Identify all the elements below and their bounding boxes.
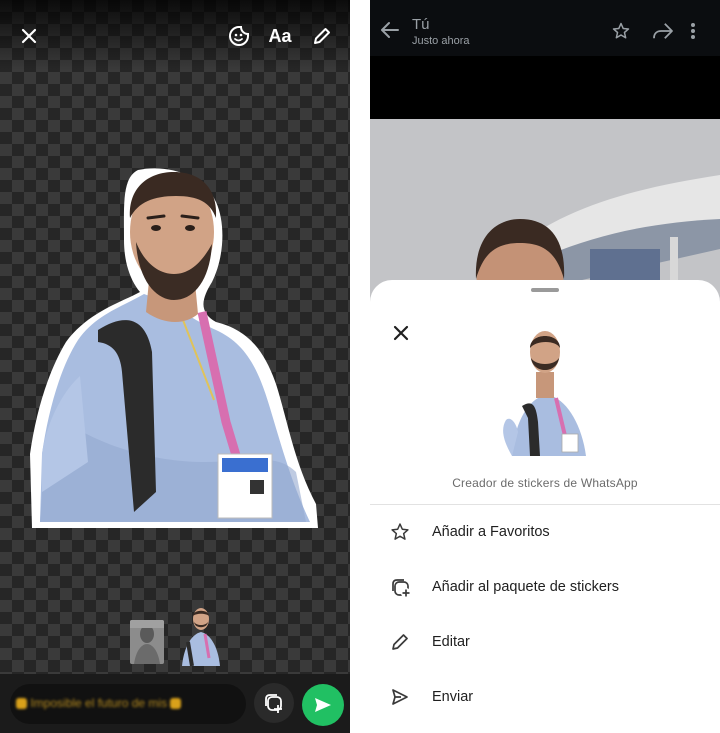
caption-input[interactable]: Imposible el futuro de mis	[10, 684, 246, 724]
star-icon[interactable]	[612, 22, 630, 45]
menu-item-edit[interactable]: Editar	[370, 618, 720, 668]
send-button[interactable]	[302, 684, 344, 726]
menu-item-add-to-pack[interactable]: Añadir al paquete de stickers	[370, 563, 720, 613]
back-arrow-icon[interactable]	[378, 18, 402, 42]
add-to-pack-icon	[390, 577, 412, 599]
menu-item-label: Enviar	[432, 689, 474, 705]
star-icon	[390, 522, 412, 544]
media-viewer: Tú Justo ahora Creador de stickers de Wh…	[370, 0, 720, 733]
pencil-icon	[390, 632, 412, 654]
more-options-icon[interactable]	[690, 22, 696, 45]
text-tool-button[interactable]: Aa	[266, 22, 294, 50]
menu-item-send[interactable]: Enviar	[370, 673, 720, 723]
thumbnail-sticker[interactable]	[178, 606, 224, 666]
close-icon[interactable]	[390, 322, 412, 344]
menu-item-label: Añadir a Favoritos	[432, 524, 550, 540]
caption-text-row: Imposible el futuro de mis	[16, 696, 182, 710]
panel-divider	[350, 0, 370, 733]
forward-icon[interactable]	[652, 22, 674, 45]
add-sticker-button[interactable]	[254, 683, 294, 723]
sticker-options-sheet: Creador de stickers de WhatsApp Añadir a…	[370, 280, 720, 733]
sticker-preview	[492, 322, 598, 456]
top-gradient	[0, 0, 350, 70]
chat-title: Tú	[412, 16, 430, 33]
drag-handle[interactable]	[531, 288, 559, 292]
pencil-icon[interactable]	[308, 22, 336, 50]
chat-subtitle: Justo ahora	[412, 35, 470, 47]
thumbnail-original-photo[interactable]	[130, 620, 164, 664]
emoji-icon	[170, 698, 182, 710]
send-icon	[390, 687, 412, 709]
close-icon[interactable]	[15, 22, 43, 50]
caption-text: Imposible el futuro de mis	[30, 696, 168, 710]
caption-bar: Imposible el futuro de mis	[0, 674, 350, 733]
emoji-icon	[16, 698, 27, 710]
sheet-caption: Creador de stickers de WhatsApp	[452, 476, 638, 490]
add-sticker-icon	[265, 694, 282, 713]
sticker-icon[interactable]	[225, 22, 253, 50]
send-icon	[315, 698, 331, 712]
menu-item-label: Editar	[432, 634, 470, 650]
sticker-image[interactable]	[26, 162, 326, 534]
menu-item-add-favorites[interactable]: Añadir a Favoritos	[370, 508, 720, 558]
viewer-header: Tú Justo ahora	[370, 0, 720, 56]
sticker-editor: Aa Imposible el futuro de mis	[0, 0, 350, 733]
divider	[370, 504, 720, 505]
menu-item-label: Añadir al paquete de stickers	[432, 579, 619, 595]
